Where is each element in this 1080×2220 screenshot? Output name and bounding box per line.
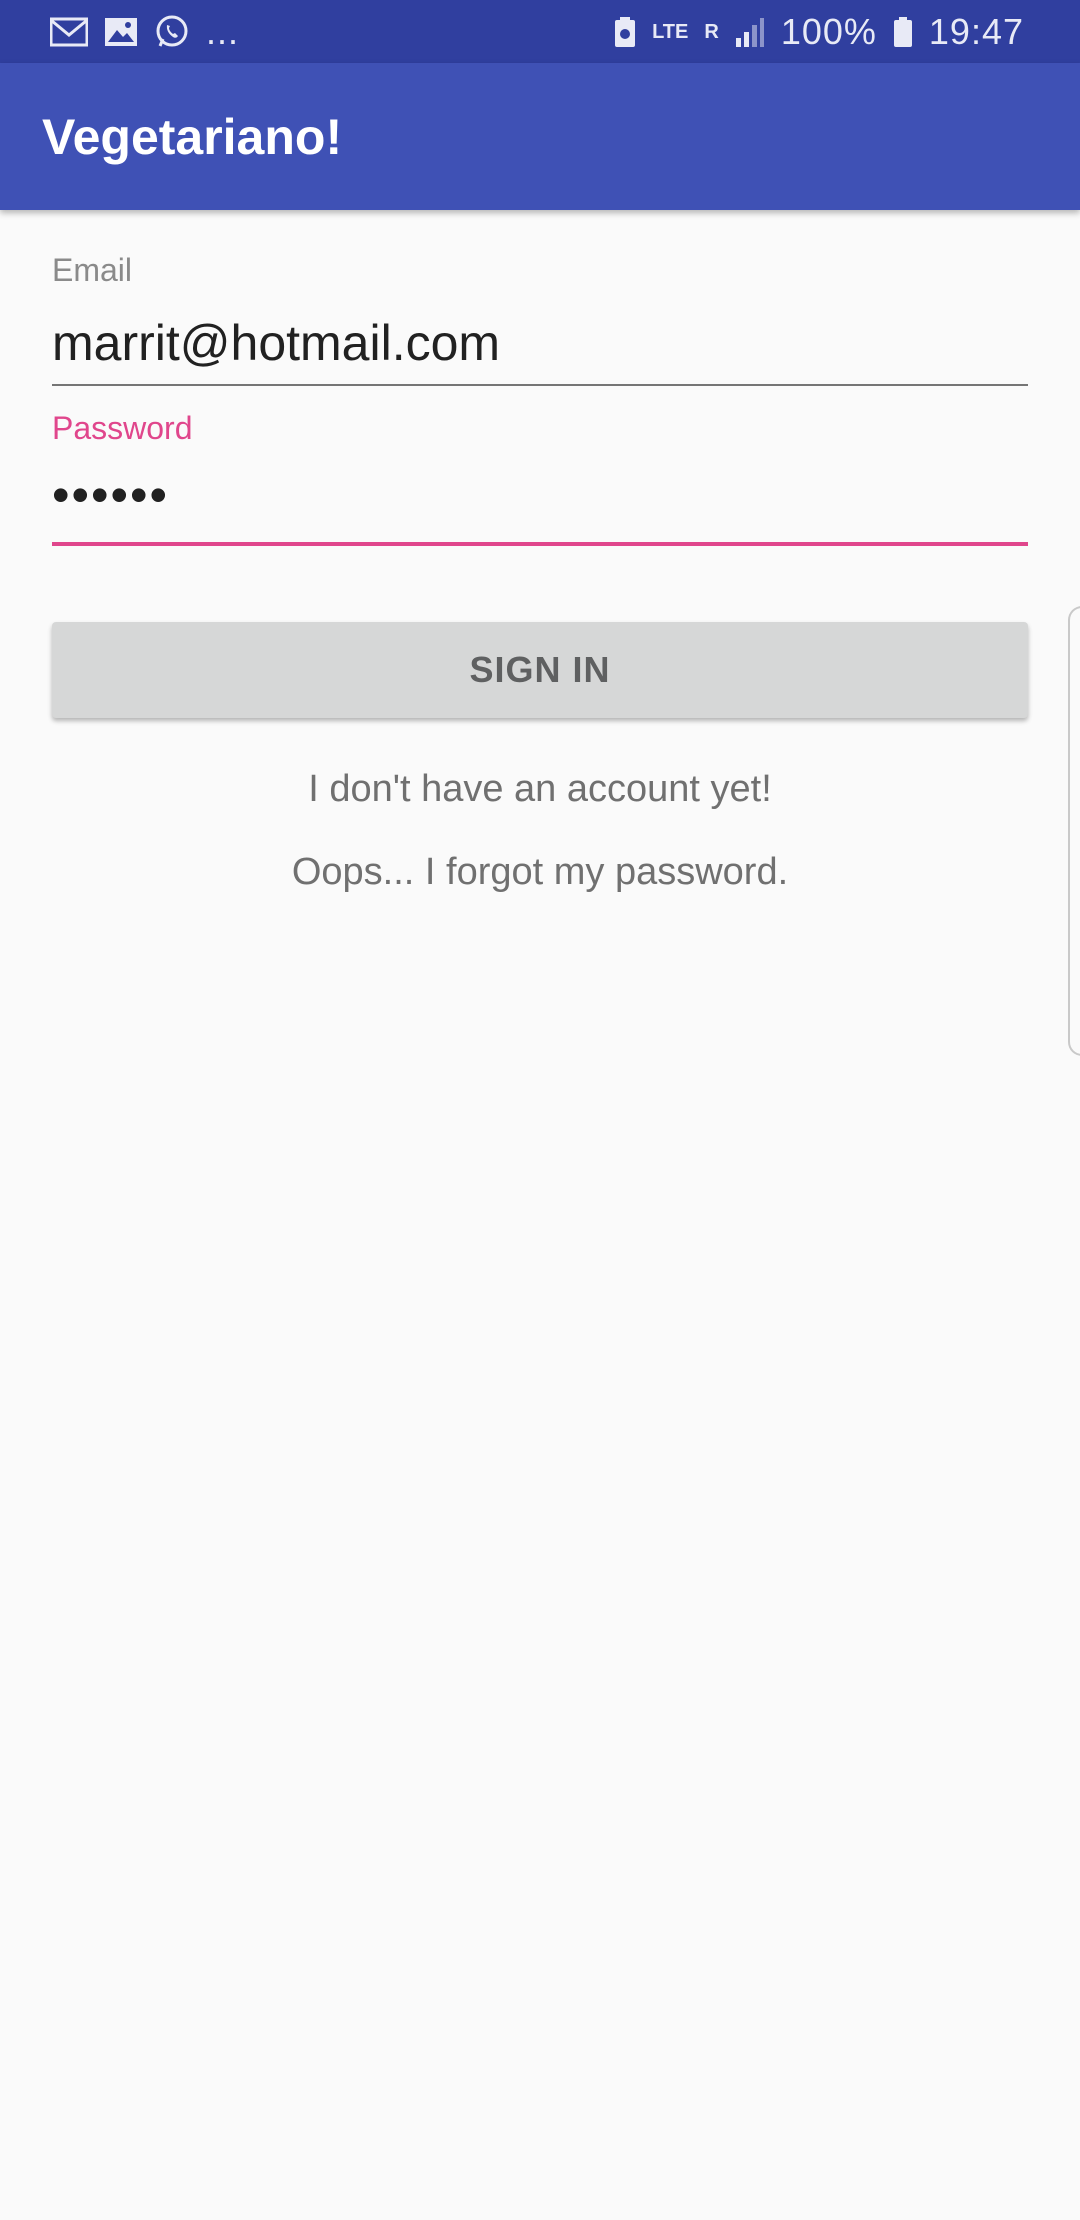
- no-account-link[interactable]: I don't have an account yet!: [0, 768, 1080, 811]
- whatsapp-icon: [154, 14, 190, 50]
- forgot-password-link[interactable]: Oops... I forgot my password.: [0, 851, 1080, 894]
- app-title: Vegetariano!: [42, 108, 343, 165]
- email-field[interactable]: Email marrit@hotmail.com: [52, 248, 1028, 388]
- email-underline: [52, 384, 1028, 386]
- sign-in-button[interactable]: SIGN IN: [52, 622, 1028, 718]
- signal-icon: [735, 16, 765, 48]
- status-bar: ... LTE R 100% 19:47: [0, 0, 1080, 63]
- clock: 19:47: [928, 10, 1024, 52]
- notification-overflow: ...: [206, 10, 240, 52]
- login-screen: ... LTE R 100% 19:47 Vegetariano! Email …: [0, 0, 1080, 2220]
- status-bar-right: LTE R 100% 19:47: [614, 11, 1024, 53]
- edge-panel-handle[interactable]: [1068, 606, 1080, 1056]
- email-input[interactable]: marrit@hotmail.com: [52, 314, 500, 372]
- gallery-icon: [104, 16, 138, 48]
- password-label: Password: [52, 410, 193, 446]
- gmail-icon: [50, 16, 88, 48]
- app-bar: Vegetariano!: [0, 63, 1080, 210]
- battery-percent: 100%: [780, 10, 877, 52]
- password-field[interactable]: Password ••••••: [52, 406, 1028, 548]
- password-input[interactable]: ••••••: [52, 466, 169, 524]
- password-underline: [52, 542, 1028, 546]
- email-label: Email: [52, 252, 133, 288]
- status-bar-left: ...: [50, 11, 239, 53]
- battery-icon: [893, 16, 913, 48]
- roaming-indicator: R: [704, 20, 719, 43]
- battery-saver-icon: [614, 16, 636, 48]
- network-type-label: LTE: [652, 20, 689, 43]
